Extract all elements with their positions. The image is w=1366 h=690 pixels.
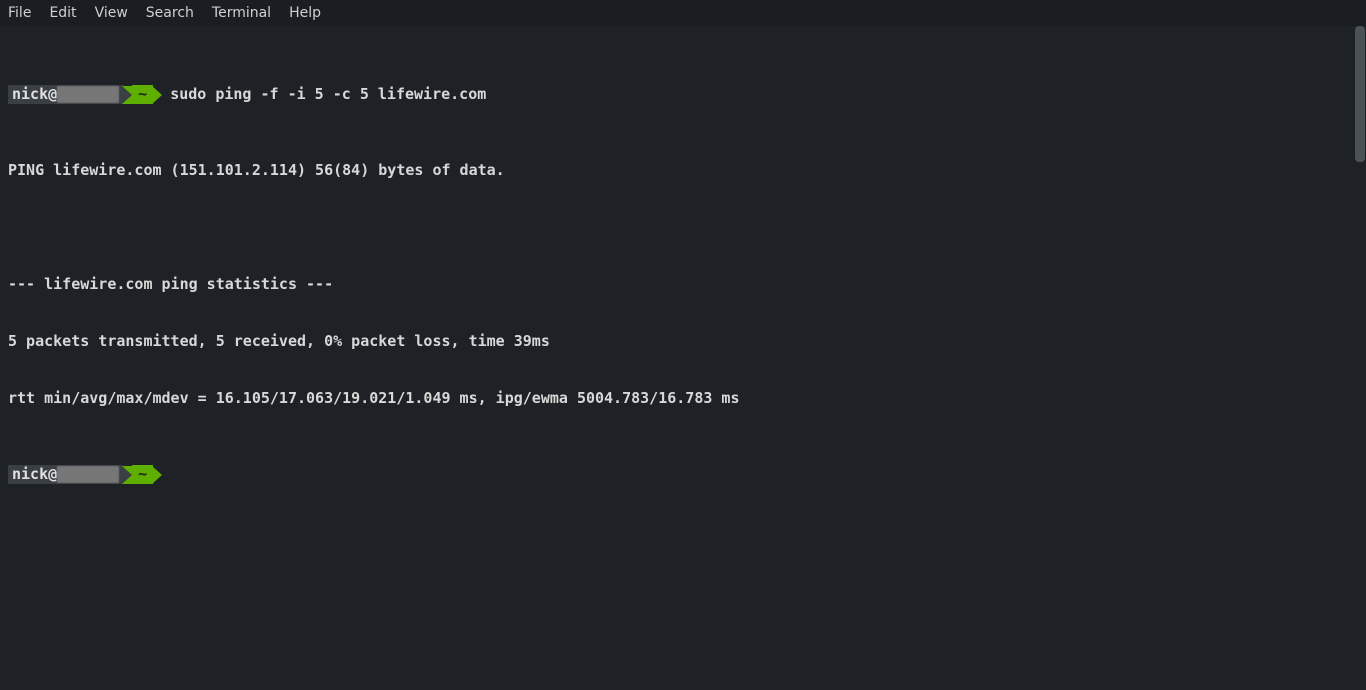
- menubar: File Edit View Search Terminal Help: [0, 0, 1366, 26]
- prompt-path: ~: [132, 465, 153, 484]
- output-line: 5 packets transmitted, 5 received, 0% pa…: [8, 332, 1358, 351]
- menu-help[interactable]: Help: [289, 4, 321, 23]
- prompt-arrow-icon: [152, 86, 162, 104]
- prompt-user: nick@: [8, 85, 123, 104]
- output-blank: [8, 218, 1358, 237]
- terminal-area[interactable]: nick@ ~ sudo ping -f -i 5 -c 5 lifewire.co…: [0, 26, 1366, 530]
- menu-file[interactable]: File: [8, 4, 31, 23]
- prompt-line-2: nick@ ~: [8, 465, 1358, 484]
- prompt-user: nick@: [8, 465, 123, 484]
- menu-search[interactable]: Search: [146, 4, 194, 23]
- prompt-line-1: nick@ ~ sudo ping -f -i 5 -c 5 lifewire.co…: [8, 85, 1358, 104]
- prompt-separator-icon: [122, 466, 132, 484]
- prompt-path: ~: [132, 85, 153, 104]
- hostname-redacted: [57, 466, 119, 483]
- output-line: PING lifewire.com (151.101.2.114) 56(84)…: [8, 161, 1358, 180]
- prompt-separator-icon: [122, 86, 132, 104]
- output-line: rtt min/avg/max/mdev = 16.105/17.063/19.…: [8, 389, 1358, 408]
- menu-terminal[interactable]: Terminal: [212, 4, 271, 23]
- command-text: sudo ping -f -i 5 -c 5 lifewire.com: [170, 85, 486, 104]
- menu-edit[interactable]: Edit: [49, 4, 76, 23]
- prompt-arrow-icon: [152, 466, 162, 484]
- menu-view[interactable]: View: [95, 4, 128, 23]
- hostname-redacted: [57, 86, 119, 103]
- output-line: --- lifewire.com ping statistics ---: [8, 275, 1358, 294]
- scrollbar[interactable]: [1355, 26, 1365, 162]
